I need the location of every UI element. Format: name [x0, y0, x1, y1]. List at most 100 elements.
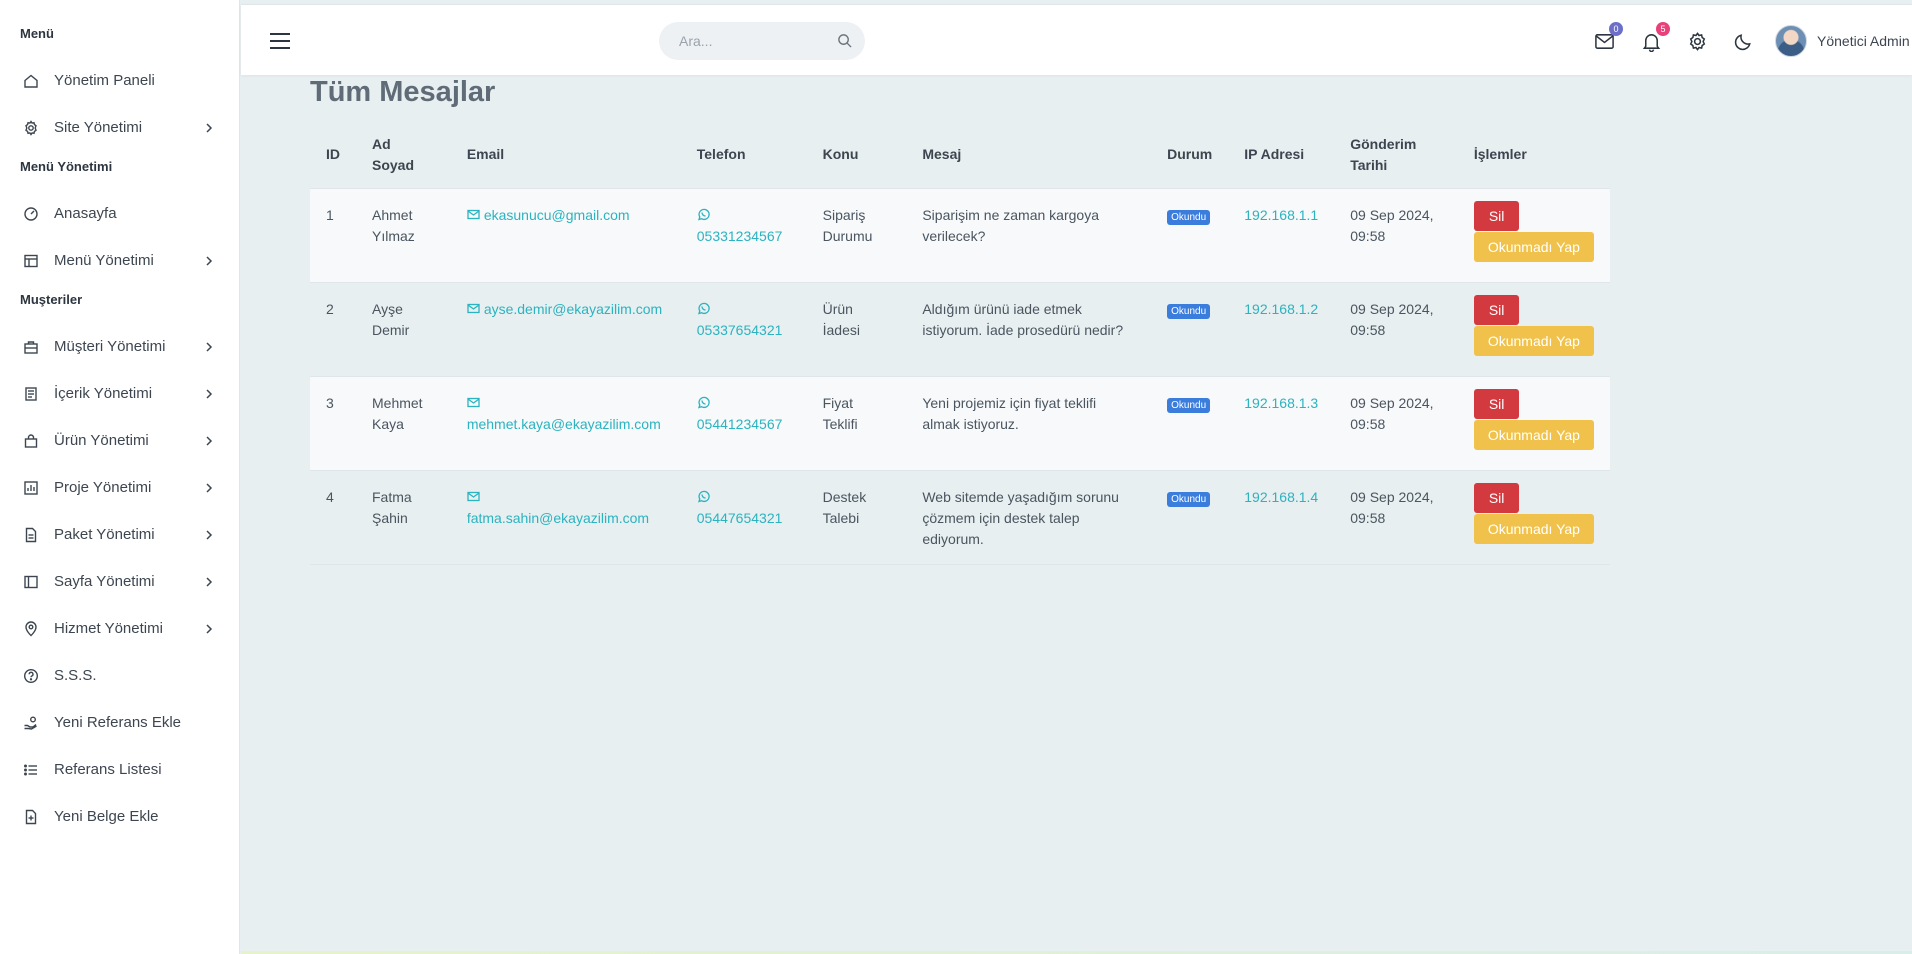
sidebar-item-label: Yeni Referans Ekle — [54, 714, 182, 731]
delete-button[interactable]: Sil — [1473, 388, 1520, 419]
cell-status: Okundu — [1151, 282, 1229, 377]
sidebar-item-anasayfa[interactable]: Anasayfa — [0, 190, 239, 237]
sidebar-item-sayfa-yönetimi[interactable]: Sayfa Yönetimi — [0, 558, 239, 605]
sidebar-item-label: Yeni Belge Ekle — [54, 808, 159, 825]
sidebar-item-yeni-referans-ekle[interactable]: Yeni Referans Ekle — [0, 699, 239, 746]
cell-phone: 05337654321 — [680, 282, 807, 377]
whatsapp-link[interactable]: 05441234567 — [697, 395, 782, 432]
sidebar-item-paket-yönetimi[interactable]: Paket Yönetimi — [0, 511, 239, 558]
sidebar-item-label: Menü Yönetimi — [54, 252, 154, 269]
ip-link[interactable]: 192.168.1.2 — [1244, 301, 1318, 317]
cell-subject: Fiyat Teklifi — [806, 376, 907, 471]
cell-message: Yeni projemiz için fiyat teklifi almak i… — [906, 376, 1152, 471]
sidebar-item-ürün-yönetimi[interactable]: Ürün Yönetimi — [0, 417, 239, 464]
cell-phone: 05441234567 — [680, 376, 807, 471]
ip-link[interactable]: 192.168.1.4 — [1244, 489, 1318, 505]
email-link[interactable]: fatma.sahin@ekayazilim.com — [467, 489, 649, 526]
sidebar-item-proje-yönetimi[interactable]: Proje Yönetimi — [0, 464, 239, 511]
table-row: 2 Ayşe Demir ayse.demir@ekayazilim.com 0533… — [310, 282, 1610, 377]
chevron-right-icon — [203, 255, 215, 267]
whatsapp-icon — [697, 300, 710, 315]
cell-date: 09 Sep 2024, 09:58 — [1334, 188, 1458, 283]
email-link[interactable]: ayse.demir@ekayazilim.com — [467, 301, 662, 317]
delete-button[interactable]: Sil — [1473, 294, 1520, 325]
delete-button[interactable]: Sil — [1473, 200, 1520, 231]
ip-link[interactable]: 192.168.1.3 — [1244, 395, 1318, 411]
chevron-right-icon — [203, 435, 215, 447]
cell-subject: Sipariş Durumu — [806, 188, 907, 283]
mark-unread-button[interactable]: Okunmadı Yap — [1473, 231, 1594, 262]
sidebar-item-label: İçerik Yönetimi — [54, 385, 153, 402]
sidebar-item-label: Müşteri Yönetimi — [54, 338, 166, 355]
search-input[interactable] — [659, 22, 865, 60]
sidebar-item-müşteri-yönetimi[interactable]: Müşteri Yönetimi — [0, 323, 239, 370]
whatsapp-link[interactable]: 05337654321 — [696, 300, 783, 338]
mark-unread-button[interactable]: Okunmadı Yap — [1473, 513, 1594, 544]
cell-actions: Sil Okunmadı Yap — [1457, 188, 1610, 283]
sidebar-item-s-s-s-[interactable]: S.S.S. — [0, 652, 239, 699]
cell-email: mehmet.kaya@ekayazilim.com — [450, 376, 681, 471]
status-badge: Okundu — [1167, 303, 1211, 319]
column-header: IP Adresi — [1228, 122, 1335, 189]
phone-text: 05337654321 — [696, 321, 783, 338]
delete-button[interactable]: Sil — [1473, 482, 1520, 513]
cell-date: 09 Sep 2024, 09:58 — [1334, 470, 1458, 565]
question-icon — [22, 667, 40, 685]
avatar — [1775, 25, 1807, 57]
cell-id: 3 — [310, 376, 356, 471]
cell-ip: 192.168.1.1 — [1228, 188, 1335, 283]
cell-id: 1 — [310, 188, 356, 283]
cell-name: Ayşe Demir — [356, 282, 451, 377]
mail-icon — [467, 488, 480, 501]
cell-phone: 05331234567 — [680, 188, 807, 283]
sidebar-item-label: Sayfa Yönetimi — [54, 573, 155, 590]
user-name: Yönetici Admin — [1817, 33, 1910, 49]
cell-actions: Sil Okunmadı Yap — [1457, 470, 1610, 565]
bell-icon[interactable]: 5 — [1641, 22, 1670, 53]
search-box — [659, 22, 865, 60]
mail-icon[interactable]: 0 — [1594, 22, 1623, 53]
phone-text: 05331234567 — [696, 227, 783, 244]
column-header: Konu — [806, 122, 907, 189]
search-icon[interactable] — [837, 33, 853, 49]
ip-link[interactable]: 192.168.1.1 — [1244, 207, 1318, 223]
whatsapp-link[interactable]: 05331234567 — [696, 206, 783, 244]
sidebar-item-i-çerik-yönetimi[interactable]: İçerik Yönetimi — [0, 370, 239, 417]
sidebar-item-menü-yönetimi[interactable]: Menü Yönetimi — [0, 237, 239, 284]
messages-badge: 0 — [1609, 22, 1623, 36]
status-badge: Okundu — [1167, 397, 1211, 413]
email-link[interactable]: mehmet.kaya@ekayazilim.com — [467, 395, 661, 432]
messages-table: ID Ad Soyad Email Telefon Konu Mesaj Durum IP A… — [310, 122, 1610, 565]
sidebar-item-label: Ürün Yönetimi — [54, 432, 149, 449]
cell-status: Okundu — [1151, 376, 1229, 471]
sidebar-item-hizmet-yönetimi[interactable]: Hizmet Yönetimi — [0, 605, 239, 652]
settings-icon[interactable] — [1687, 31, 1709, 53]
cell-ip: 192.168.1.3 — [1228, 376, 1335, 471]
sidebar-item-yönetim-paneli[interactable]: Yönetim Paneli — [0, 57, 239, 104]
mark-unread-button[interactable]: Okunmadı Yap — [1473, 325, 1594, 356]
sidebar-item-referans-listesi[interactable]: Referans Listesi — [0, 746, 239, 793]
chevron-right-icon — [203, 482, 215, 494]
user-menu[interactable]: Yönetici Admin — [1775, 23, 1910, 59]
column-header: İşlemler — [1457, 122, 1610, 189]
sidebar-item-label: Anasayfa — [54, 205, 117, 222]
whatsapp-link[interactable]: 05447654321 — [697, 489, 782, 526]
mark-unread-button[interactable]: Okunmadı Yap — [1473, 419, 1594, 450]
column-header: Telefon — [680, 122, 807, 189]
sidebar-item-yeni-belge-ekle[interactable]: Yeni Belge Ekle — [0, 793, 239, 840]
email-text: mehmet.kaya@ekayazilim.com — [466, 415, 661, 432]
sidebar-item-site-yönetimi[interactable]: Site Yönetimi — [0, 104, 239, 151]
dashboard-icon — [22, 205, 40, 223]
column-header: Durum — [1151, 122, 1229, 189]
moon-icon[interactable] — [1733, 31, 1755, 53]
whatsapp-icon — [697, 206, 710, 221]
layout-icon — [22, 252, 40, 270]
cell-name: Ahmet Yılmaz — [356, 188, 451, 283]
status-badge: Okundu — [1167, 491, 1211, 507]
cell-phone: 05447654321 — [680, 470, 807, 565]
content-icon — [22, 385, 40, 403]
menu-toggle-icon[interactable] — [269, 31, 291, 51]
email-link[interactable]: ekasunucu@gmail.com — [467, 207, 630, 223]
chevron-right-icon — [203, 529, 215, 541]
table-header-row: ID Ad Soyad Email Telefon Konu Mesaj Durum IP A… — [310, 122, 1610, 189]
